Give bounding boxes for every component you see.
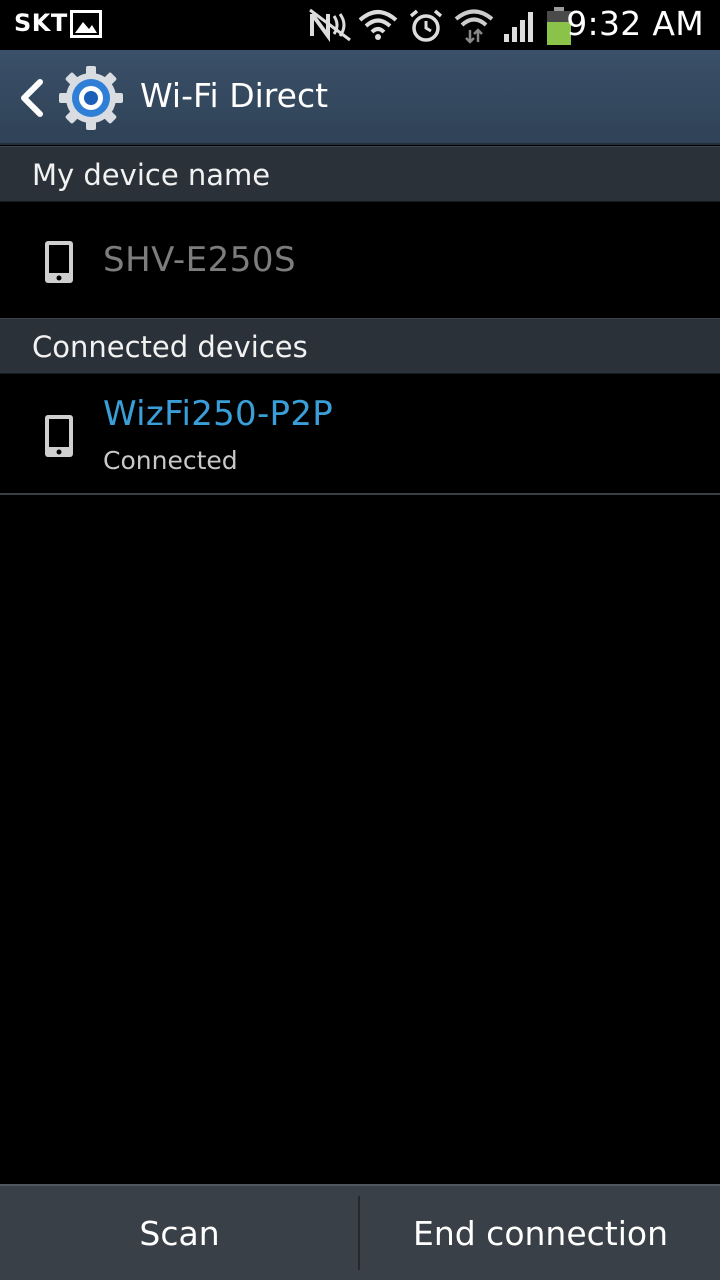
section-header-connected-devices: Connected devices	[0, 318, 720, 374]
phone-icon	[44, 414, 74, 462]
list-divider	[0, 493, 720, 495]
connected-device-status: Connected	[103, 446, 238, 475]
status-bar: SKT 9:32 AM	[0, 0, 720, 50]
action-bar: Wi-Fi Direct	[0, 50, 720, 145]
wifi-transfer-icon	[454, 8, 494, 48]
section-header-label: Connected devices	[32, 330, 308, 364]
clock: 9:32 AM	[566, 4, 704, 43]
carrier-label: SKT	[14, 9, 68, 37]
section-header-my-device: My device name	[0, 146, 720, 202]
page-title: Wi-Fi Direct	[140, 76, 329, 115]
gallery-icon	[70, 10, 102, 42]
list-item-connected-device[interactable]: WizFi250-P2P Connected	[0, 374, 720, 493]
nfc-icon	[308, 8, 352, 46]
bottom-button-bar: Scan End connection	[0, 1184, 720, 1280]
back-button[interactable]	[14, 74, 50, 122]
signal-icon	[502, 8, 538, 48]
scan-button[interactable]: Scan	[0, 1186, 359, 1280]
button-divider	[358, 1196, 360, 1270]
settings-gear-icon	[58, 65, 124, 135]
end-connection-button[interactable]: End connection	[361, 1186, 720, 1280]
connected-device-name: WizFi250-P2P	[103, 394, 334, 434]
phone-icon	[44, 240, 74, 288]
my-device-name: SHV-E250S	[103, 240, 297, 280]
section-header-label: My device name	[32, 158, 271, 192]
screen: SKT 9:32 AM Wi-Fi Direct My device name …	[0, 0, 720, 1280]
alarm-icon	[408, 8, 444, 48]
wifi-icon	[358, 8, 398, 46]
my-device-row[interactable]: SHV-E250S	[0, 202, 720, 318]
